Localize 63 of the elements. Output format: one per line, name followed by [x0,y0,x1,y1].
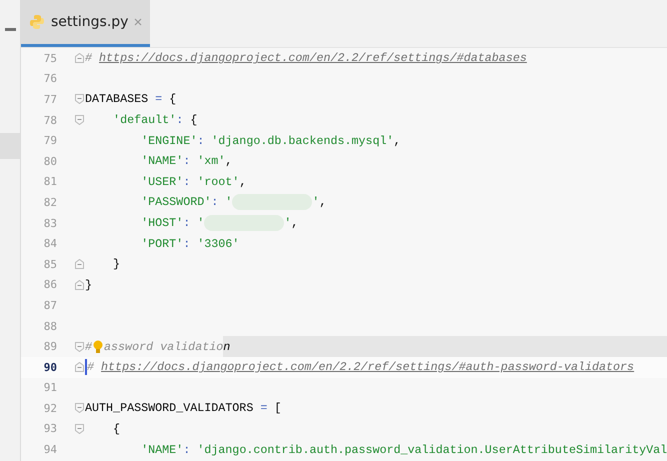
comment-text: # [87,360,96,374]
code-line: 'NAME': 'django.contrib.auth.password_validation.UserAttributeSimilarityVal [140,442,667,459]
code-line: 'PORT': '3306' [140,236,240,253]
close-icon[interactable] [134,18,142,26]
fold-marker-icon[interactable] [74,94,84,104]
line-number: 84 [42,237,58,250]
code-text: , [291,216,298,230]
code-line: } [85,276,94,294]
python-file-icon [29,14,45,30]
line-number: 87 [42,298,58,312]
line-number: 90 [42,360,58,374]
fold-marker-icon[interactable] [74,280,84,290]
line-number: 76 [42,72,58,86]
code-line: AUTH_PASSWORD_VALIDATORS = [ [85,400,282,418]
comment-text: # [85,51,94,66]
line-number: 81 [42,175,58,188]
line-number: 86 [42,278,58,292]
fold-marker-icon[interactable] [74,403,84,414]
code-line: } [112,256,122,274]
line-number: 85 [42,258,58,271]
comment-text: n [223,340,230,354]
fold-marker-icon[interactable] [74,424,84,434]
code-text: , [319,195,326,210]
code-text: 'HOST' [140,216,184,230]
code-line: 'NAME': 'xm', [140,153,234,170]
line-number: 88 [42,320,58,333]
fold-marker-icon[interactable] [74,362,84,372]
code-line: 'default': { [112,112,198,130]
lightbulb-icon[interactable] [93,340,104,354]
line-number: 83 [42,216,58,230]
comment-text: # [85,340,92,354]
line-number: 92 [42,402,58,415]
line-number: 77 [42,92,58,106]
line-number: 82 [42,196,58,209]
minimize-icon[interactable] [4,28,16,31]
line-number: 93 [42,422,58,436]
code-line: { [112,420,122,438]
line-number: 75 [42,52,58,65]
code-text: 'PASSWORD' [140,195,212,210]
fold-marker-icon[interactable] [74,342,84,352]
fold-marker-icon[interactable] [74,259,84,270]
code-text: ' [312,195,320,210]
code-line: 'ENGINE': 'django.db.backends.mysql', [140,132,402,150]
file-tab[interactable]: settings.py [21,0,150,47]
line-number: 89 [42,340,58,354]
code-text: : [211,195,220,210]
line-number: 79 [42,134,58,148]
line-number: 94 [42,443,58,456]
fold-marker-icon[interactable] [74,115,84,126]
line-number: 91 [42,381,58,394]
code-text: ' [197,216,204,230]
comment-text: assword validatio [104,340,224,354]
line-number: 80 [42,154,58,168]
line-number: 78 [42,114,58,127]
code-text: ' [225,195,232,210]
code-text: : [183,216,192,230]
code-text: ' [284,216,292,230]
code-line: 'USER': 'root', [140,174,248,191]
code-line: DATABASES = { [85,91,178,108]
link[interactable]: https://docs.djangoproject.com/en/2.2/ref/settings/#databases [99,51,527,66]
link[interactable]: https://docs.djangoproject.com/en/2.2/ref/settings/#auth-password-validators [101,360,634,374]
fold-marker-icon[interactable] [74,53,84,64]
text-cursor [85,359,87,376]
